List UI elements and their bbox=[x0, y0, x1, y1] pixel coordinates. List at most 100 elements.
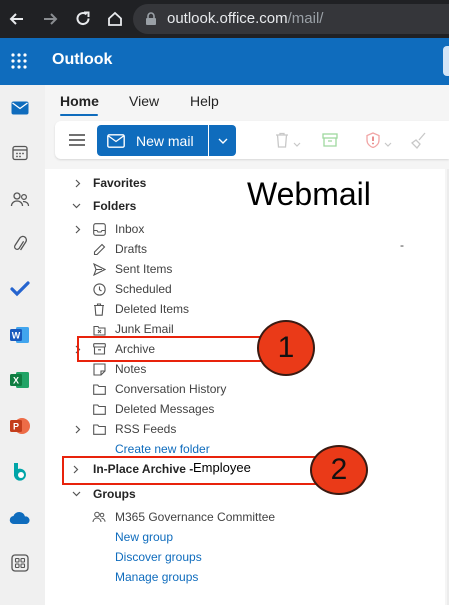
bookings-icon[interactable] bbox=[9, 461, 31, 483]
forward-arrow-icon[interactable] bbox=[37, 6, 63, 32]
new-group-link[interactable]: New group bbox=[70, 527, 270, 547]
pencil-icon bbox=[92, 242, 106, 256]
browser-toolbar: outlook.office.com/mail/ bbox=[0, 0, 449, 38]
note-icon bbox=[92, 362, 106, 376]
create-new-folder-label: Create new folder bbox=[115, 442, 210, 456]
folders-label: Folders bbox=[93, 199, 137, 213]
search-box[interactable] bbox=[443, 46, 449, 76]
url-text: outlook.office.com/mail/ bbox=[167, 10, 323, 27]
dash-mark: - bbox=[400, 238, 404, 252]
active-tab-indicator bbox=[60, 114, 98, 116]
url-host: outlook.office.com bbox=[167, 10, 288, 27]
annotation-marker-1: 1 bbox=[257, 320, 315, 376]
report-chevron-icon[interactable] bbox=[384, 135, 392, 153]
chevron-right-icon[interactable] bbox=[73, 424, 83, 434]
folder-icon bbox=[92, 382, 106, 396]
mail-icon[interactable] bbox=[9, 97, 31, 119]
chevron-right-icon[interactable] bbox=[73, 224, 83, 234]
back-arrow-icon[interactable] bbox=[4, 6, 30, 32]
app-header: Outlook bbox=[0, 38, 449, 85]
favorites-label: Favorites bbox=[93, 176, 147, 190]
clock-icon bbox=[92, 282, 106, 296]
chevron-down-icon bbox=[218, 138, 227, 144]
manage-groups-link[interactable]: Manage groups bbox=[70, 567, 270, 587]
sweep-icon[interactable] bbox=[410, 131, 428, 154]
folder-scheduled[interactable]: Scheduled bbox=[70, 279, 270, 299]
folder-icon bbox=[92, 422, 106, 436]
trash-icon bbox=[92, 302, 106, 316]
manage-groups-label: Manage groups bbox=[115, 570, 199, 584]
chevron-down-icon[interactable] bbox=[71, 489, 81, 499]
svg-text:P: P bbox=[13, 422, 19, 432]
lock-icon bbox=[145, 12, 157, 31]
webmail-annotation: Webmail bbox=[247, 176, 371, 212]
folder-deleted-messages[interactable]: Deleted Messages bbox=[70, 399, 270, 419]
excel-icon[interactable]: X bbox=[9, 369, 31, 391]
folder-conversation-history[interactable]: Conversation History bbox=[70, 379, 270, 399]
word-icon[interactable]: W bbox=[9, 324, 31, 346]
folder-sent-items[interactable]: Sent Items bbox=[70, 259, 270, 279]
folder-label: Junk Email bbox=[115, 322, 174, 336]
junk-icon bbox=[92, 322, 106, 336]
folder-label: Notes bbox=[115, 362, 147, 376]
annotation-box-in-place-archive bbox=[62, 456, 317, 485]
group-m365-governance[interactable]: M365 Governance Committee bbox=[70, 507, 290, 527]
report-icon[interactable] bbox=[365, 132, 381, 153]
employee-annotation: Employee bbox=[193, 460, 251, 475]
app-launcher-icon[interactable] bbox=[11, 53, 27, 74]
new-mail-label: New mail bbox=[136, 133, 194, 149]
inbox-icon bbox=[92, 222, 106, 236]
new-mail-button[interactable]: New mail bbox=[97, 125, 208, 156]
tab-view[interactable]: View bbox=[129, 93, 159, 109]
hamburger-menu-icon[interactable] bbox=[69, 133, 85, 152]
app-title[interactable]: Outlook bbox=[52, 51, 112, 69]
new-group-label: New group bbox=[115, 530, 174, 544]
annotation-box-archive bbox=[77, 336, 265, 362]
folder-label: Deleted Items bbox=[115, 302, 190, 316]
url-path: /mail/ bbox=[287, 10, 324, 27]
ribbon-toolbar: New mail bbox=[55, 121, 449, 159]
onedrive-icon[interactable] bbox=[9, 507, 31, 529]
folder-label: Drafts bbox=[115, 242, 148, 256]
todo-icon[interactable] bbox=[9, 278, 31, 300]
folder-label: Sent Items bbox=[115, 262, 173, 276]
group-icon bbox=[92, 510, 106, 524]
discover-groups-label: Discover groups bbox=[115, 550, 202, 564]
delete-icon[interactable] bbox=[275, 132, 289, 153]
home-icon[interactable] bbox=[102, 6, 128, 32]
tab-help[interactable]: Help bbox=[190, 93, 219, 109]
powerpoint-icon[interactable]: P bbox=[9, 415, 31, 437]
group-label: M365 Governance Committee bbox=[115, 510, 276, 524]
discover-groups-link[interactable]: Discover groups bbox=[70, 547, 270, 567]
favorites-header[interactable]: Favorites bbox=[70, 173, 250, 193]
folder-label: Conversation History bbox=[115, 382, 227, 396]
folder-notes[interactable]: Notes bbox=[70, 359, 270, 379]
folder-inbox[interactable]: Inbox bbox=[70, 219, 270, 239]
svg-text:W: W bbox=[12, 331, 21, 341]
folder-label: Scheduled bbox=[115, 282, 172, 296]
folder-rss-feeds[interactable]: RSS Feeds bbox=[70, 419, 270, 439]
new-mail-dropdown[interactable] bbox=[209, 125, 236, 156]
folder-deleted-items[interactable]: Deleted Items bbox=[70, 299, 270, 319]
folders-header[interactable]: Folders bbox=[70, 196, 250, 216]
archive-action-icon[interactable] bbox=[322, 133, 338, 152]
attachment-icon[interactable] bbox=[9, 233, 31, 255]
folder-icon bbox=[92, 402, 106, 416]
address-bar[interactable]: outlook.office.com/mail/ bbox=[133, 4, 449, 34]
calendar-icon[interactable] bbox=[9, 142, 31, 164]
people-icon[interactable] bbox=[9, 188, 31, 210]
groups-header[interactable]: Groups bbox=[70, 484, 270, 504]
delete-chevron-icon[interactable] bbox=[293, 135, 301, 153]
groups-label: Groups bbox=[93, 487, 136, 501]
more-apps-icon[interactable] bbox=[9, 552, 31, 574]
reload-icon[interactable] bbox=[70, 6, 96, 32]
folder-drafts[interactable]: Drafts bbox=[70, 239, 270, 259]
tab-home[interactable]: Home bbox=[60, 93, 99, 109]
folder-label: Deleted Messages bbox=[115, 402, 215, 416]
svg-text:X: X bbox=[13, 376, 19, 386]
chevron-down-icon[interactable] bbox=[71, 201, 81, 211]
folder-label: RSS Feeds bbox=[115, 422, 177, 436]
chevron-right-icon[interactable] bbox=[73, 178, 83, 188]
send-icon bbox=[92, 262, 106, 276]
envelope-icon bbox=[107, 134, 125, 151]
